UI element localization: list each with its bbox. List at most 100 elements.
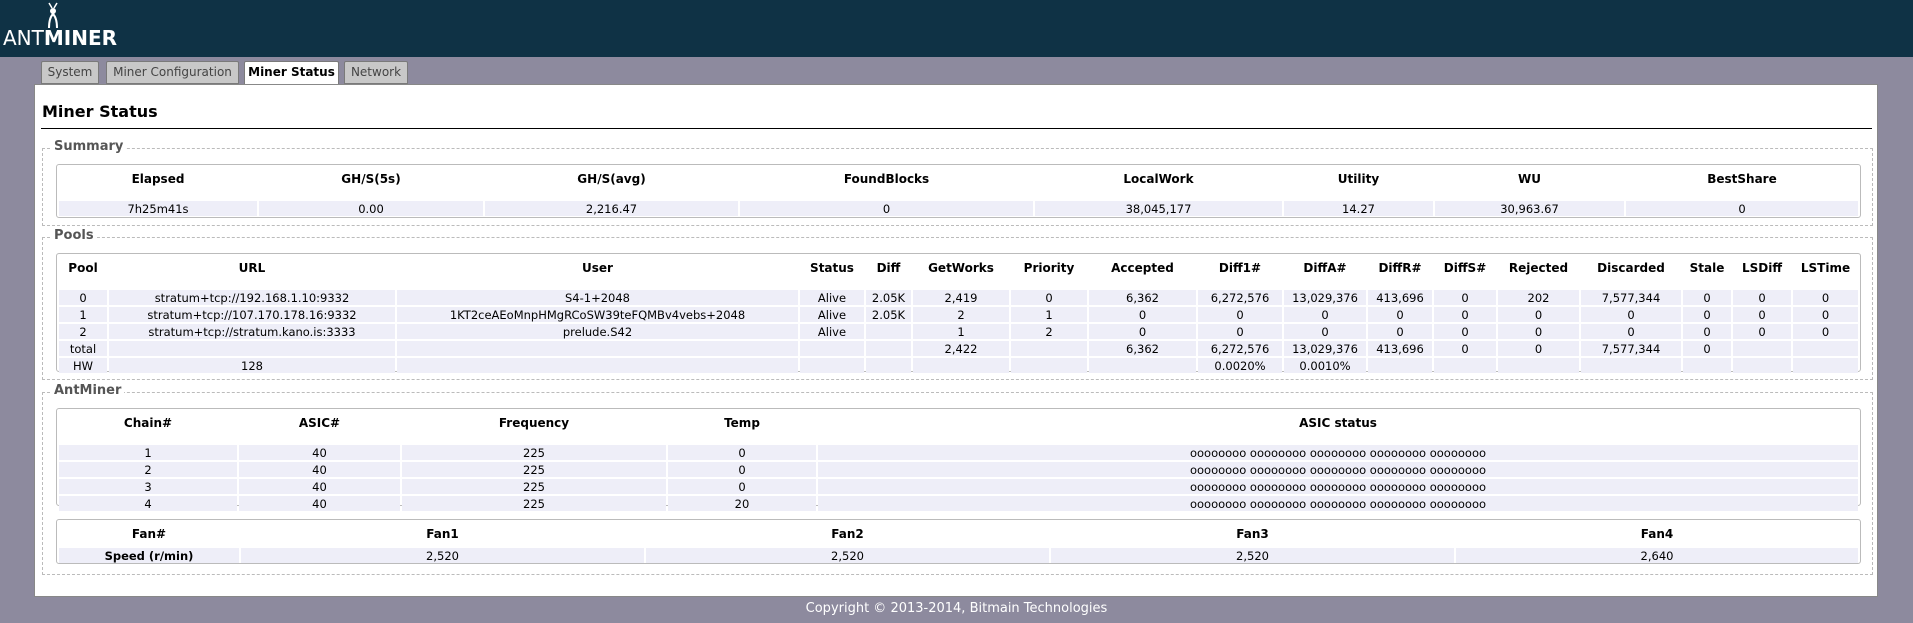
pools-cell: 0	[1581, 307, 1681, 322]
summary-cell: 0	[740, 201, 1033, 216]
pools-cell	[1581, 358, 1681, 373]
summary-header: Elapsed	[131, 172, 185, 186]
summary-header: GH/S(5s)	[341, 172, 401, 186]
pools-cell: 0	[1683, 341, 1731, 356]
pools-cell	[1368, 358, 1432, 373]
pools-cell: 0	[1011, 290, 1087, 305]
pools-cell: 0	[1434, 307, 1496, 322]
pools-cell: 0	[1498, 307, 1579, 322]
pools-header: GetWorks	[928, 261, 994, 275]
pools-header: DiffR#	[1378, 261, 1422, 275]
pools-header: Diff1#	[1218, 261, 1262, 275]
chains-cell: 40	[239, 479, 400, 494]
table-row: 4 40 225 20 oooooooo oooooooo oooooooo ooooo…	[59, 496, 1858, 511]
pools-cell: 0	[1793, 307, 1858, 322]
chains-cell: 225	[402, 445, 666, 460]
chains-header: ASIC status	[1299, 416, 1377, 430]
fans-cell: 2,520	[241, 548, 644, 563]
fans-header: Fan3	[1236, 527, 1269, 541]
asic-status-cell: oooooooo oooooooo oooooooo oooooooo oooo…	[818, 445, 1858, 460]
asic-status-cell: oooooooo oooooooo oooooooo oooooooo oooo…	[818, 496, 1858, 511]
table-row: total 2,422 6,362 6,272,576 13,029,376 413,69…	[59, 341, 1858, 356]
pools-header: User	[582, 261, 613, 275]
pools-cell	[397, 358, 798, 373]
tab-miner-configuration[interactable]: Miner Configuration	[106, 61, 239, 84]
chains-cell: 225	[402, 479, 666, 494]
chains-cell: 0	[668, 445, 816, 460]
pools-cell: 1	[913, 324, 1009, 339]
antminer-section: AntMiner Chain# ASIC# Frequency Temp ASIC st…	[42, 383, 1873, 575]
tab-miner-status[interactable]: Miner Status	[244, 61, 339, 86]
chains-box: Chain# ASIC# Frequency Temp ASIC status 1 40 2…	[56, 408, 1861, 511]
table-row: HW 128 0.0020% 0.0010%	[59, 358, 1858, 373]
tab-system[interactable]: System	[41, 61, 99, 84]
table-row: 2 stratum+tcp://stratum.kano.is:3333 prelu…	[59, 324, 1858, 339]
chains-header: ASIC#	[298, 416, 341, 430]
pools-cell: 2,419	[913, 290, 1009, 305]
pools-cell: 413,696	[1368, 290, 1432, 305]
fans-header: Fan1	[426, 527, 459, 541]
pools-header: Diff	[876, 261, 901, 275]
pools-cell: 0	[1498, 341, 1579, 356]
pools-header: Status	[810, 261, 854, 275]
asic-status-cell: oooooooo oooooooo oooooooo oooooooo oooo…	[818, 479, 1858, 494]
pools-cell: 0	[1793, 324, 1858, 339]
table-row: 0 stratum+tcp://192.168.1.10:9332 S4-1+204…	[59, 290, 1858, 305]
page-title: Miner Status	[42, 102, 158, 121]
tab-network[interactable]: Network	[344, 61, 408, 84]
fans-cell: 2,520	[646, 548, 1049, 563]
pools-cell: 0	[1733, 324, 1791, 339]
table-row: 1 40 225 0 oooooooo oooooooo oooooooo oooooo…	[59, 445, 1858, 460]
table-row: 3 40 225 0 oooooooo oooooooo oooooooo oooooo…	[59, 479, 1858, 494]
pools-cell: prelude.S42	[397, 324, 798, 339]
pools-table: Pool URL User Status Diff GetWorks Priority Acc…	[57, 254, 1860, 375]
pools-header: Pool	[68, 261, 98, 275]
pools-cell: 2.05K	[866, 290, 911, 305]
pools-cell	[397, 341, 798, 356]
summary-cell: 7h25m41s	[59, 201, 257, 216]
pools-cell: 0	[1434, 341, 1496, 356]
pools-cell: 6,362	[1089, 290, 1196, 305]
pools-header: DiffA#	[1303, 261, 1347, 275]
pools-cell: 128	[109, 358, 395, 373]
pools-cell: Alive	[800, 290, 864, 305]
top-header: ANTMINER	[0, 0, 1913, 57]
fans-cell: 2,520	[1051, 548, 1454, 563]
pools-cell: 0	[1368, 324, 1432, 339]
summary-cell: 38,045,177	[1035, 201, 1282, 216]
pools-cell	[1011, 341, 1087, 356]
pools-cell: 1KT2ceAEoMnpHMgRCoSW39teFQMBv4vebs+2048	[397, 307, 798, 322]
pools-header: LSTime	[1800, 261, 1851, 275]
pools-legend: Pools	[51, 228, 97, 243]
pools-box: Pool URL User Status Diff GetWorks Priority Acc…	[56, 253, 1861, 375]
summary-cell: 30,963.67	[1435, 201, 1624, 216]
summary-header: BestShare	[1707, 172, 1777, 186]
pools-cell	[800, 358, 864, 373]
chains-cell: 2	[59, 462, 237, 477]
pools-cell: 0	[1793, 290, 1858, 305]
fans-speed-row: Speed (r/min) 2,520 2,520 2,520 2,640	[59, 548, 1858, 563]
fans-header: Fan4	[1640, 527, 1674, 541]
pools-cell	[1733, 358, 1791, 373]
fans-table: Fan# Fan1 Fan2 Fan3 Fan4 Speed (r/min) 2,520 2…	[57, 520, 1860, 565]
pools-cell: 0	[1683, 307, 1731, 322]
pools-cell	[1793, 358, 1858, 373]
pools-header: Stale	[1689, 261, 1725, 275]
pools-cell	[109, 341, 395, 356]
pools-cell: 0	[1683, 324, 1731, 339]
chains-cell: 0	[668, 462, 816, 477]
asic-status-cell: oooooooo oooooooo oooooooo oooooooo oooo…	[818, 462, 1858, 477]
pools-cell: 2.05K	[866, 307, 911, 322]
summary-header: LocalWork	[1123, 172, 1194, 186]
pools-cell: HW	[59, 358, 107, 373]
pools-header: Priority	[1023, 261, 1075, 275]
pools-cell: 1	[59, 307, 107, 322]
pools-header: LSDiff	[1741, 261, 1783, 275]
pools-cell: 0	[1733, 307, 1791, 322]
table-row: 1 stratum+tcp://107.170.178.16:9332 1KT2ce…	[59, 307, 1858, 322]
pools-cell: 6,272,576	[1198, 341, 1282, 356]
pools-cell: Alive	[800, 307, 864, 322]
pools-cell: 2	[1011, 324, 1087, 339]
fans-header-row: Fan# Fan1 Fan2 Fan3 Fan4	[59, 522, 1858, 546]
pools-cell: 7,577,344	[1581, 341, 1681, 356]
